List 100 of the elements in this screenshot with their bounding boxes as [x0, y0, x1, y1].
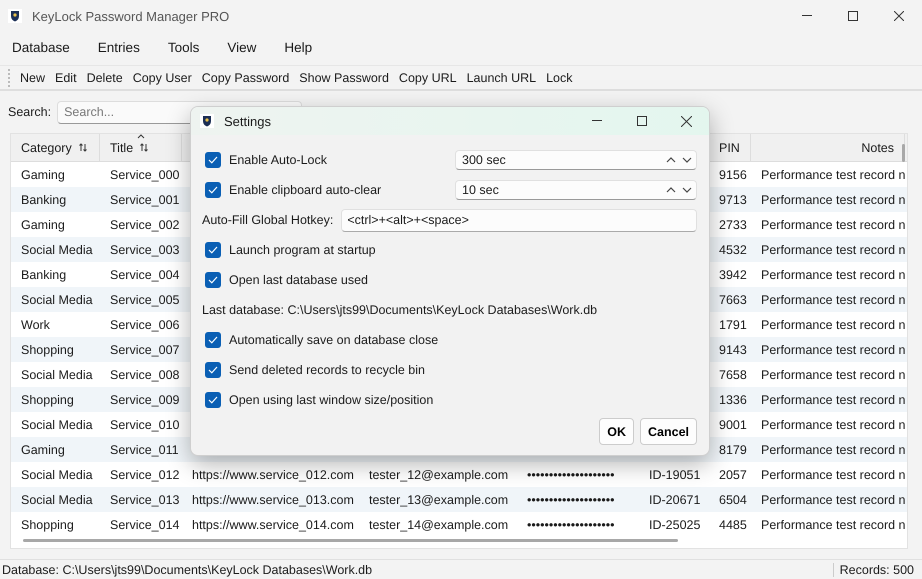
checkbox[interactable]: [205, 272, 221, 288]
table-cell-text: Performance test record n: [760, 242, 905, 258]
table-cell-text: Social Media: [20, 292, 94, 308]
minimize-icon: [802, 15, 812, 17]
table-cell-text: Shopping: [20, 392, 75, 409]
checkmark-icon: [208, 186, 218, 194]
checkbox-label[interactable]: Enable clipboard auto-clear: [229, 183, 382, 197]
sort-icon[interactable]: [78, 143, 87, 152]
table-cell-text: Performance test record n: [760, 292, 905, 308]
minimize-icon: [592, 120, 602, 122]
maximize-icon: [636, 116, 646, 126]
column-header[interactable]: Title: [100, 134, 182, 161]
checkbox-label[interactable]: Open using last window size/position: [229, 393, 434, 407]
table-cell-text: Gaming: [20, 442, 66, 459]
table-cell-text: ••••••••••••••••••••: [526, 516, 616, 534]
table-cell-text: Social Media: [20, 466, 94, 484]
search-label: Search:: [8, 105, 52, 119]
table-cell-text: https://www.service_013.com: [191, 492, 355, 509]
table-cell-text: Performance test record n: [760, 192, 905, 208]
checkmark-icon: [208, 276, 218, 284]
table-cell-text: Service_008: [109, 366, 180, 384]
table-cell-text: 2057: [718, 466, 748, 484]
table-cell-text: Social Media: [20, 492, 94, 508]
table-cell-text: Performance test record n: [760, 442, 905, 458]
maximize-icon: [848, 11, 858, 21]
table-cell-text: 1791: [718, 316, 748, 334]
checkbox-label[interactable]: Enable Auto-Lock: [229, 153, 327, 167]
checkbox[interactable]: [205, 392, 221, 408]
menu-item[interactable]: Database: [12, 40, 70, 55]
menu-item[interactable]: Entries: [98, 40, 140, 55]
menu-item[interactable]: Tools: [168, 40, 200, 55]
table-cell-text: Service_004: [109, 266, 180, 284]
checkbox-label[interactable]: Automatically save on database close: [229, 333, 438, 347]
up-chevron-icon[interactable]: [666, 187, 676, 193]
checkbox-label[interactable]: Open last database used: [229, 273, 368, 287]
table-cell-text: Work: [20, 316, 51, 334]
checkbox[interactable]: [205, 152, 221, 168]
toolbar-button[interactable]: Launch URL: [462, 70, 540, 84]
toolbar-button[interactable]: Show Password: [295, 70, 393, 84]
table-cell-text: Service_002: [109, 216, 180, 234]
checkmark-icon: [208, 156, 218, 164]
table-cell-text: 9713: [718, 192, 748, 208]
app-logo-icon: [8, 9, 22, 23]
table-cell-text: https://www.service_014.com: [191, 516, 355, 534]
down-chevron-icon[interactable]: [682, 187, 692, 193]
table-cell-text: 9143: [718, 342, 748, 358]
table-cell-text: 2733: [718, 216, 748, 234]
checkbox[interactable]: [205, 362, 221, 378]
down-chevron-icon[interactable]: [682, 157, 692, 163]
status-database-path: Database: C:\Users\jts99\Documents\KeyLock Databases\Work.db: [1, 562, 374, 576]
table-cell-text: Gaming: [20, 216, 66, 234]
table-cell-text: Banking: [20, 266, 68, 284]
table-cell-text: Performance test record n: [760, 516, 905, 534]
table-cell-text: Social Media: [20, 366, 94, 384]
hotkey-field[interactable]: <ctrl>+<alt>+<space>: [341, 208, 697, 232]
menu-item[interactable]: Help: [284, 40, 312, 55]
table-cell-text: 7663: [718, 292, 748, 308]
dialog-logo-icon: [200, 114, 214, 128]
checkbox-label[interactable]: Send deleted records to recycle bin: [229, 363, 425, 377]
table-cell-text: Performance test record n: [760, 416, 905, 434]
table-cell-text: Service_006: [109, 316, 180, 334]
table-cell-text: 7658: [718, 366, 748, 384]
last-database-path: Last database: C:\Users\jts99\Documents\KeyLock Databases\Work.db: [202, 303, 598, 317]
table-cell-text: ID-19051: [648, 466, 702, 484]
ok-button[interactable]: OK: [599, 418, 634, 445]
table-cell-text: 3942: [718, 266, 748, 284]
checkmark-icon: [208, 366, 218, 374]
table-cell-text: 4532: [718, 242, 748, 258]
checkbox[interactable]: [205, 242, 221, 258]
toolbar-button[interactable]: Copy URL: [394, 70, 461, 84]
checkbox-label[interactable]: Launch program at startup: [229, 243, 376, 257]
toolbar-button[interactable]: Edit: [51, 70, 81, 84]
table-cell-text: ••••••••••••••••••••: [526, 466, 616, 484]
toolbar-button[interactable]: New: [16, 70, 50, 84]
table-cell-text: Performance test record n: [760, 366, 905, 384]
column-header[interactable]: Category: [11, 134, 100, 161]
table-cell-text: tester_13@example.com: [368, 492, 510, 509]
table-cell-text: 9001: [718, 416, 748, 434]
sort-icon[interactable]: [140, 143, 148, 152]
record-count: Records: 500: [832, 562, 922, 576]
close-icon: [894, 11, 904, 21]
checkbox[interactable]: [205, 182, 221, 198]
table-cell-text: Performance test record n: [760, 466, 905, 484]
table-cell-text: Service_000: [109, 166, 180, 184]
spin-box[interactable]: 10 sec: [455, 180, 697, 200]
up-chevron-icon[interactable]: [666, 157, 676, 163]
table-cell-text: ID-20671: [648, 492, 702, 508]
toolbar-button[interactable]: Delete: [82, 70, 127, 84]
window-title: KeyLock Password Manager PRO: [32, 8, 230, 24]
toolbar-button[interactable]: Copy Password: [198, 70, 294, 84]
checkbox[interactable]: [205, 332, 221, 348]
table-cell-text: Service_001: [109, 192, 180, 208]
menu-item[interactable]: View: [227, 40, 256, 55]
toolbar-button[interactable]: Copy User: [128, 70, 196, 84]
table-cell-text: 1336: [718, 392, 748, 408]
spin-box[interactable]: 300 sec: [455, 150, 697, 170]
toolbar-button[interactable]: Lock: [542, 70, 576, 84]
field-label: Auto-Fill Global Hotkey:: [202, 213, 334, 227]
cancel-button[interactable]: Cancel: [640, 418, 697, 445]
table-cell-text: https://www.service_012.com: [191, 466, 355, 484]
